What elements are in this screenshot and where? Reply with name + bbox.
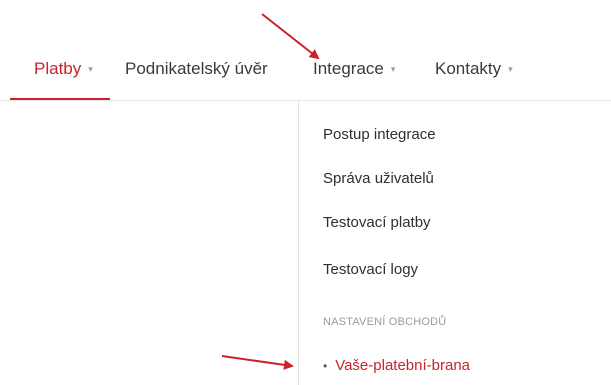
chevron-down-icon: ▾	[88, 64, 93, 74]
nav-item-podnikatelsky-uver[interactable]: Podnikatelský úvěr	[125, 54, 268, 84]
nav-item-label: Integrace	[313, 59, 384, 78]
menu-item-testovaci-platby[interactable]: Testovací platby	[323, 211, 431, 235]
nav-item-integrace[interactable]: Integrace ▾	[313, 54, 395, 84]
menu-item-label: Vaše-platební-brana	[335, 357, 471, 374]
page: Platby ▾ Podnikatelský úvěr Integrace ▾ Ko…	[0, 0, 611, 385]
section-header: NASTAVENÍ OBCHODŮ	[323, 316, 447, 328]
menu-item-postup-integrace[interactable]: Postup integrace	[323, 123, 436, 147]
nav-item-label: Podnikatelský úvěr	[125, 59, 268, 78]
nav-item-label: Kontakty	[435, 59, 502, 78]
active-tab-underline	[10, 98, 110, 100]
nav-item-platby[interactable]: Platby ▾	[34, 54, 93, 84]
menu-item-testovaci-logy[interactable]: Testovací logy	[323, 258, 418, 282]
menu-item-vase-platebni-brana[interactable]: • Vaše-platební-brana	[323, 354, 470, 378]
nav-item-label: Platby	[34, 59, 82, 78]
chevron-down-icon: ▾	[390, 64, 396, 74]
chevron-down-icon: ▾	[508, 64, 513, 74]
top-navigation: Platby ▾ Podnikatelský úvěr Integrace ▾ Ko…	[0, 40, 611, 101]
integrace-dropdown-menu: Postup integrace Správa uživatelů Testov…	[298, 101, 611, 385]
menu-item-sprava-uzivatelu[interactable]: Správa uživatelů	[323, 167, 434, 191]
nav-item-kontakty[interactable]: Kontakty ▾	[435, 54, 513, 84]
bullet-icon: •	[323, 359, 328, 373]
annotation-arrow-platebni-brana	[221, 355, 294, 370]
